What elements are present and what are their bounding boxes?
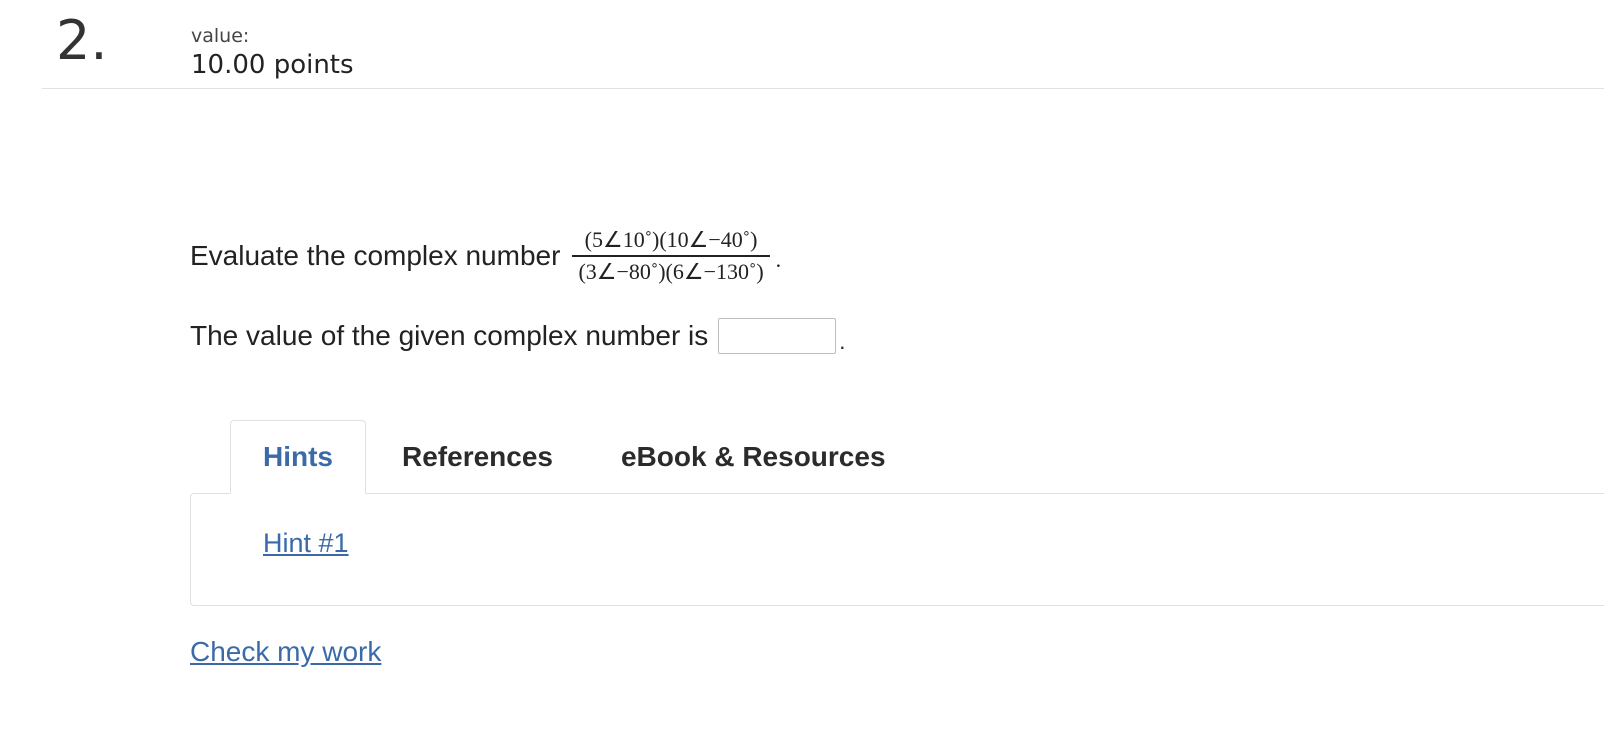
answer-period: .	[839, 329, 846, 354]
resource-tabs: Hints References eBook & Resources	[230, 420, 886, 494]
tab-hints[interactable]: Hints	[230, 420, 366, 494]
check-my-work-link[interactable]: Check my work	[190, 636, 381, 668]
value-label: value:	[191, 25, 250, 47]
header-divider	[42, 88, 1604, 89]
complex-fraction: (5∠10˚)(10∠−40˚) (3∠−80˚)(6∠−130˚)	[572, 227, 770, 285]
question-prompt: Evaluate the complex number (5∠10˚)(10∠−…	[190, 227, 782, 285]
answer-text: The value of the given complex number is	[190, 320, 709, 351]
answer-input[interactable]	[718, 318, 837, 354]
hint-link[interactable]: Hint #1	[263, 528, 349, 559]
fraction-denominator: (3∠−80˚)(6∠−130˚)	[578, 258, 764, 284]
prompt-period: .	[775, 247, 782, 272]
tab-ebook-resources[interactable]: eBook & Resources	[621, 420, 886, 494]
fraction-numerator: (5∠10˚)(10∠−40˚)	[584, 227, 758, 253]
answer-row: The value of the given complex number is…	[190, 316, 845, 356]
question-number: 2.	[56, 9, 108, 72]
hints-panel: Hint #1	[190, 493, 1604, 606]
points-value: 10.00 points	[191, 50, 354, 80]
prompt-text: Evaluate the complex number	[190, 240, 561, 271]
tab-references[interactable]: References	[402, 420, 553, 494]
